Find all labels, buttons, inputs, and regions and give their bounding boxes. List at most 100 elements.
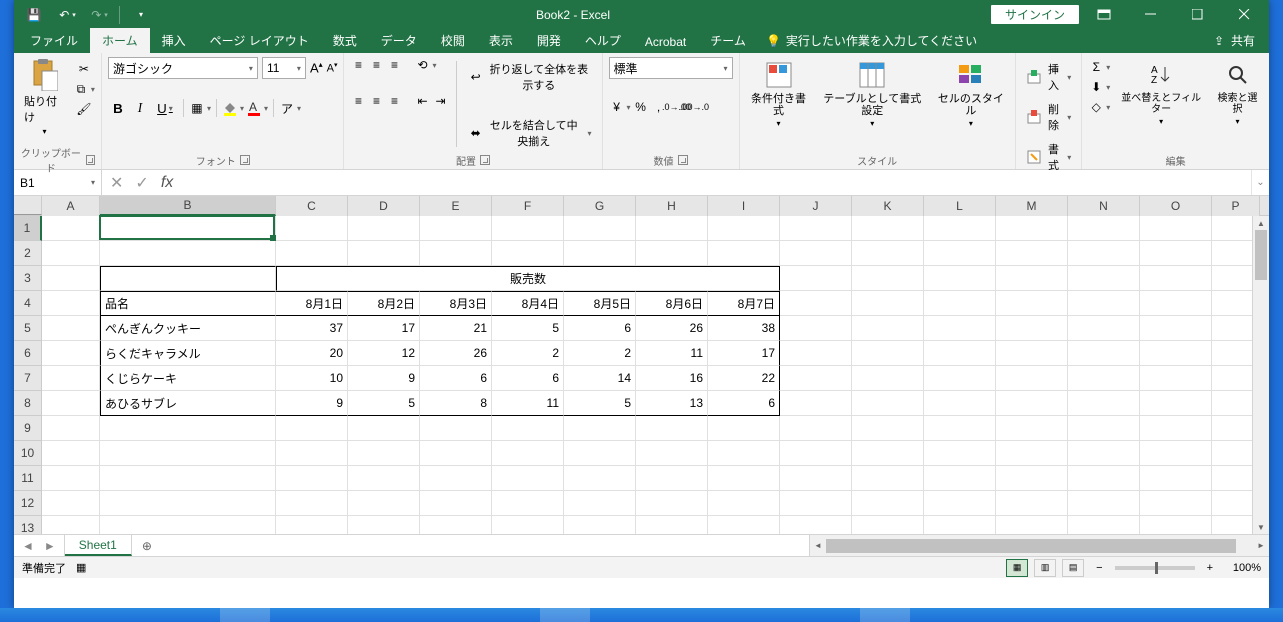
- taskbar-item[interactable]: [540, 608, 590, 622]
- page-break-view-button[interactable]: ▤: [1062, 559, 1084, 577]
- cell[interactable]: [1068, 416, 1140, 441]
- tell-me[interactable]: 💡実行したい作業を入力してください: [758, 28, 985, 53]
- cell[interactable]: [1140, 316, 1212, 341]
- cell[interactable]: [924, 316, 996, 341]
- zoom-out-button[interactable]: −: [1090, 562, 1108, 574]
- format-as-table-button[interactable]: テーブルとして書式設定▾: [816, 57, 930, 151]
- cell[interactable]: 11: [636, 341, 708, 366]
- cell[interactable]: [42, 341, 100, 366]
- align-top-button[interactable]: ≡: [350, 57, 366, 73]
- column-header-A[interactable]: A: [42, 196, 100, 216]
- cell[interactable]: [42, 516, 100, 534]
- cell[interactable]: [708, 516, 780, 534]
- cell[interactable]: [852, 316, 924, 341]
- cell[interactable]: [924, 291, 996, 316]
- cell[interactable]: [100, 216, 276, 241]
- cell[interactable]: [1068, 441, 1140, 466]
- cell[interactable]: [708, 491, 780, 516]
- cell[interactable]: [492, 441, 564, 466]
- cell[interactable]: [924, 216, 996, 241]
- cell[interactable]: [42, 266, 100, 291]
- cell[interactable]: [780, 266, 852, 291]
- cell[interactable]: [708, 466, 780, 491]
- cell[interactable]: [1140, 416, 1212, 441]
- cell[interactable]: [42, 291, 100, 316]
- row-header-2[interactable]: 2: [14, 241, 42, 266]
- fx-button[interactable]: fx: [161, 174, 173, 192]
- cell[interactable]: 6: [492, 366, 564, 391]
- cell[interactable]: 10: [276, 366, 348, 391]
- cell[interactable]: [1140, 516, 1212, 534]
- column-header-H[interactable]: H: [636, 196, 708, 216]
- cell[interactable]: [492, 241, 564, 266]
- tab-pagelayout[interactable]: ページ レイアウト: [198, 28, 321, 53]
- autosum-button[interactable]: Σ: [1088, 59, 1110, 75]
- cell[interactable]: [636, 416, 708, 441]
- cell[interactable]: [492, 416, 564, 441]
- cell[interactable]: [100, 516, 276, 534]
- cell[interactable]: [852, 466, 924, 491]
- formula-expand[interactable]: ⌄: [1251, 170, 1269, 195]
- cell[interactable]: 12: [348, 341, 420, 366]
- cell[interactable]: 16: [636, 366, 708, 391]
- wrap-text-button[interactable]: ↩折り返して全体を表示する: [465, 59, 595, 95]
- cell[interactable]: [852, 416, 924, 441]
- cell[interactable]: [564, 441, 636, 466]
- indent-button[interactable]: ⇥: [432, 93, 448, 109]
- cell[interactable]: [564, 516, 636, 534]
- tab-developer[interactable]: 開発: [525, 28, 573, 53]
- tab-home[interactable]: ホーム: [90, 28, 150, 53]
- cell[interactable]: [1140, 291, 1212, 316]
- cell[interactable]: [42, 466, 100, 491]
- column-header-K[interactable]: K: [852, 196, 924, 216]
- column-header-C[interactable]: C: [276, 196, 348, 216]
- undo-button[interactable]: ↶▾: [52, 4, 80, 26]
- align-bottom-button[interactable]: ≡: [386, 57, 402, 73]
- horizontal-scrollbar[interactable]: ◄ ►: [809, 535, 1269, 556]
- currency-button[interactable]: ¥: [609, 99, 631, 115]
- add-sheet-button[interactable]: ⊕: [132, 535, 162, 556]
- cell[interactable]: [420, 466, 492, 491]
- tab-insert[interactable]: 挿入: [150, 28, 198, 53]
- zoom-slider[interactable]: [1115, 566, 1195, 570]
- cell[interactable]: [420, 491, 492, 516]
- cancel-formula[interactable]: ✕: [110, 173, 123, 193]
- cell[interactable]: 38: [708, 316, 780, 341]
- cell[interactable]: [636, 241, 708, 266]
- cell[interactable]: [780, 366, 852, 391]
- share-button[interactable]: ⇪共有: [1197, 28, 1269, 53]
- cell[interactable]: [42, 441, 100, 466]
- maximize-button[interactable]: [1175, 0, 1220, 29]
- conditional-format-button[interactable]: 条件付き書式▾: [746, 57, 812, 151]
- cell[interactable]: [100, 266, 276, 291]
- cell[interactable]: 26: [636, 316, 708, 341]
- cell[interactable]: [924, 366, 996, 391]
- cell[interactable]: [1140, 491, 1212, 516]
- percent-button[interactable]: %: [633, 99, 649, 115]
- cell[interactable]: [348, 241, 420, 266]
- cell[interactable]: [420, 416, 492, 441]
- cell[interactable]: [852, 241, 924, 266]
- align-left-button[interactable]: ≡: [350, 93, 366, 109]
- cell[interactable]: [492, 491, 564, 516]
- cell[interactable]: [348, 441, 420, 466]
- align-middle-button[interactable]: ≡: [368, 57, 384, 73]
- italic-button[interactable]: I: [130, 100, 150, 116]
- column-header-P[interactable]: P: [1212, 196, 1260, 216]
- cell[interactable]: 22: [708, 366, 780, 391]
- cell[interactable]: [852, 491, 924, 516]
- normal-view-button[interactable]: ▦: [1006, 559, 1028, 577]
- cell[interactable]: [564, 491, 636, 516]
- cell[interactable]: あひるサブレ: [100, 391, 276, 416]
- clipboard-launcher[interactable]: [86, 155, 95, 165]
- cell[interactable]: 8月3日: [420, 291, 492, 316]
- cell[interactable]: [420, 241, 492, 266]
- cell[interactable]: [636, 491, 708, 516]
- cell[interactable]: [1068, 516, 1140, 534]
- cell[interactable]: [276, 216, 348, 241]
- cell[interactable]: [348, 516, 420, 534]
- cell[interactable]: [348, 491, 420, 516]
- cell[interactable]: 17: [348, 316, 420, 341]
- cell[interactable]: [42, 416, 100, 441]
- bold-button[interactable]: B: [108, 101, 128, 116]
